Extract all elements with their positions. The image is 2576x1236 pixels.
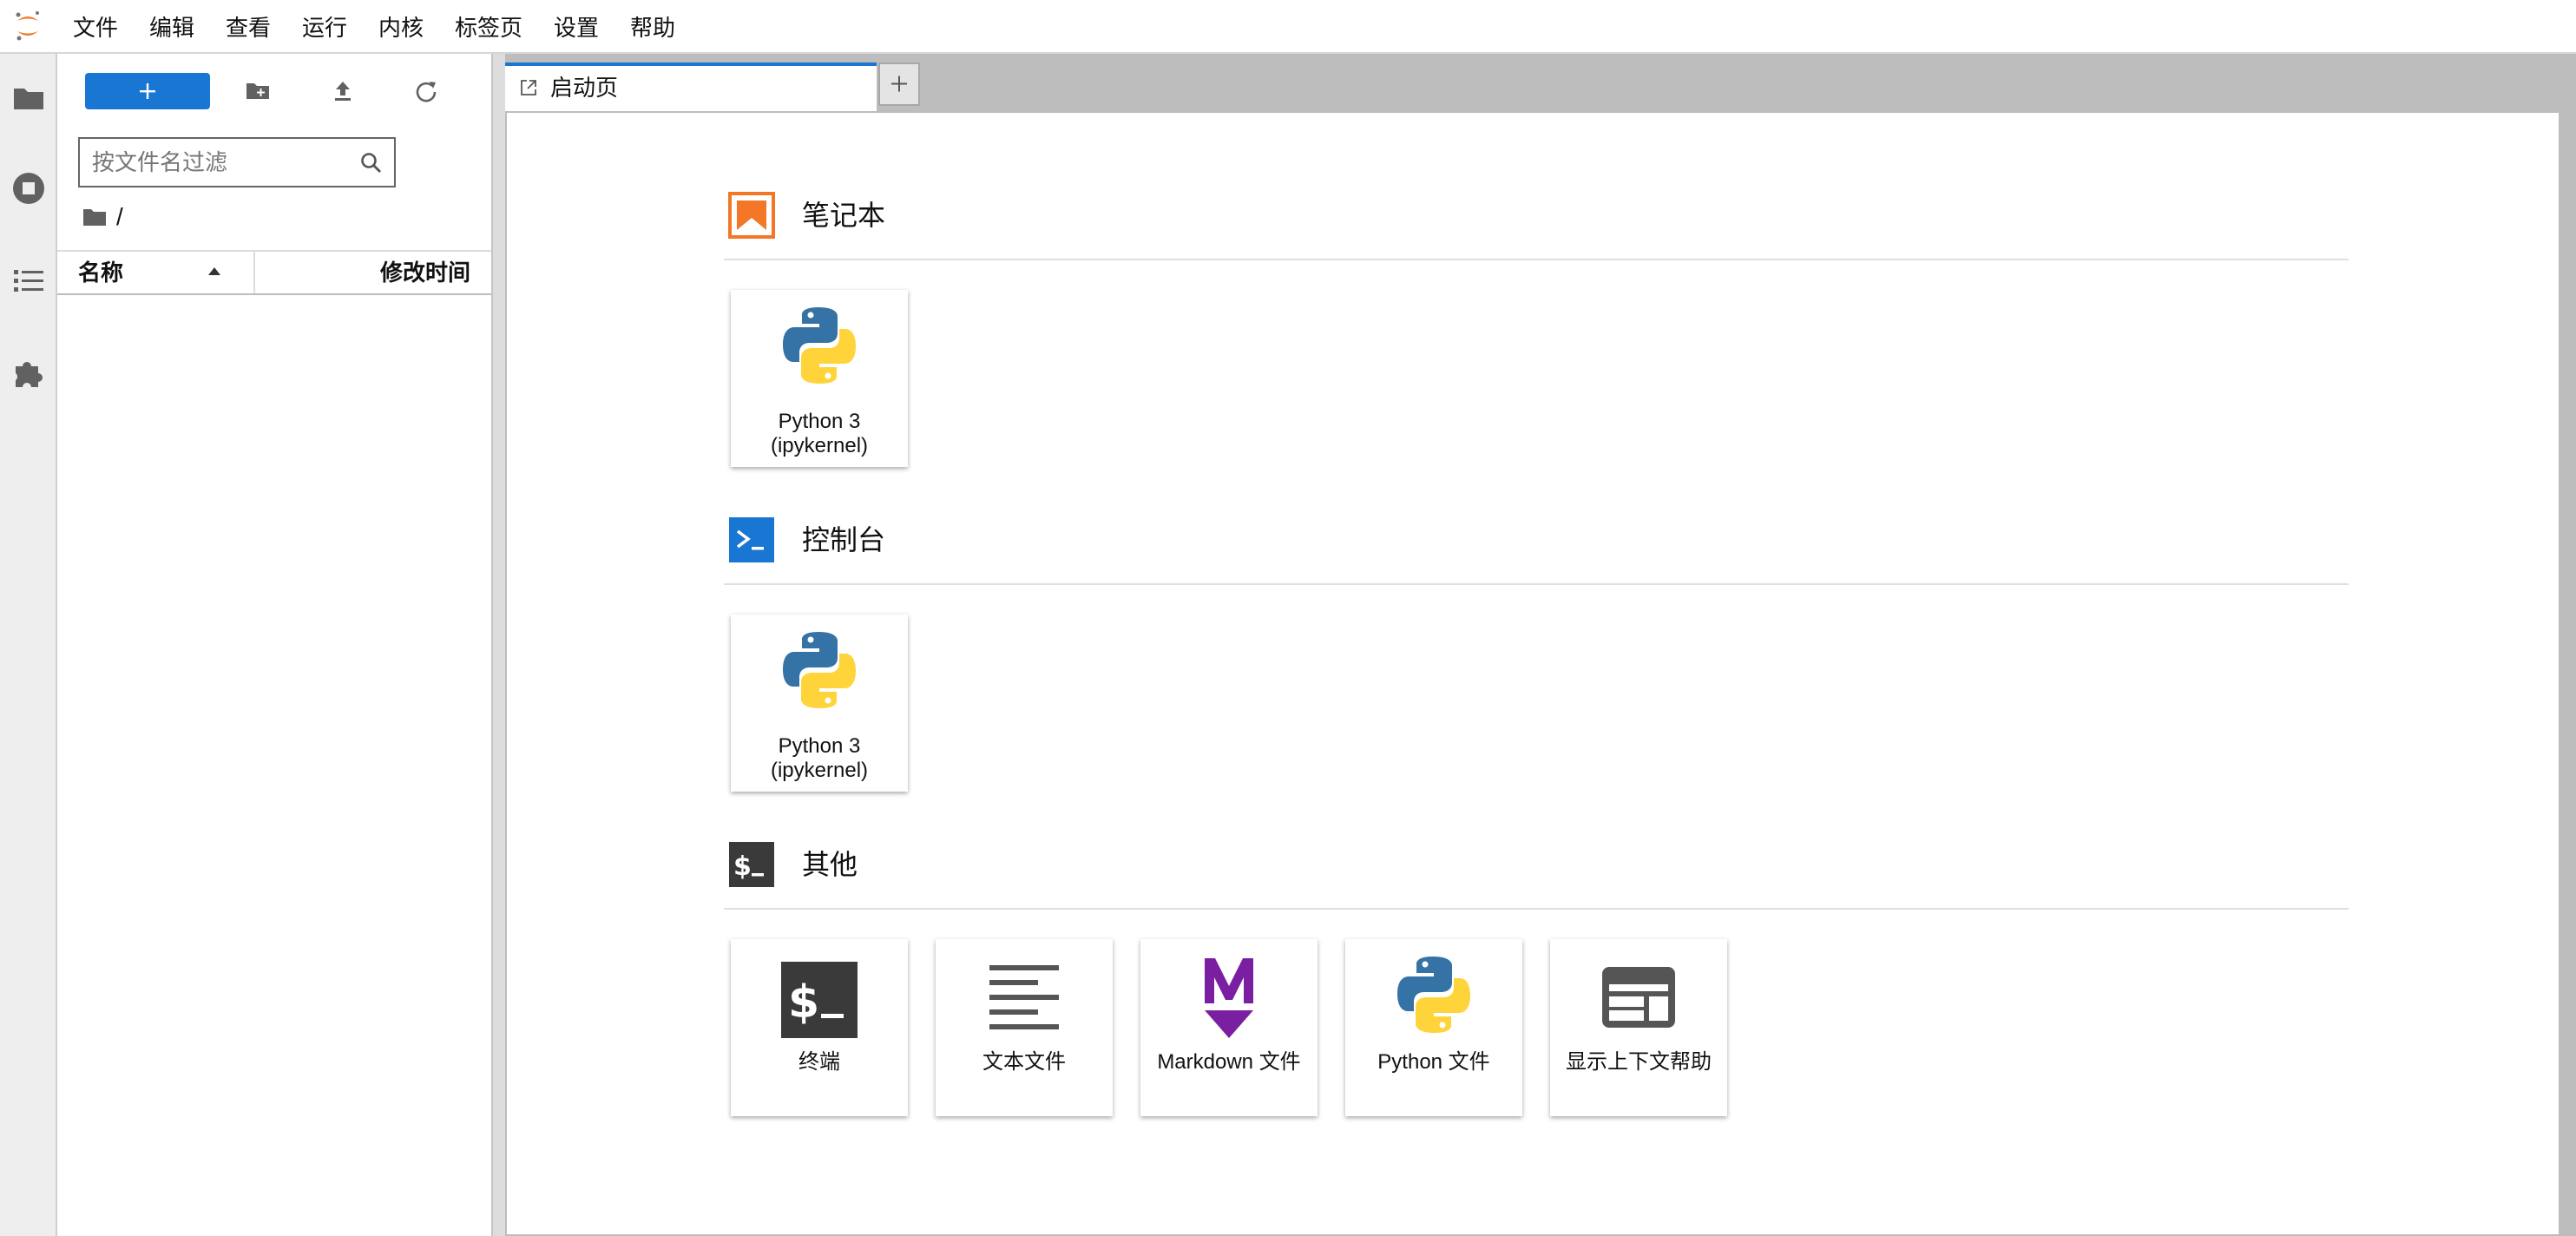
toc-list-icon[interactable]: [10, 262, 47, 299]
menu-bar: 文件 编辑 查看 运行 内核 标签页 设置 帮助: [0, 0, 2576, 54]
add-tab-button[interactable]: [878, 62, 920, 106]
file-browser-panel: / 名称 修改时间: [57, 54, 491, 1236]
plus-icon: [140, 83, 155, 99]
python-logo-icon: [1397, 957, 1470, 1033]
launcher-card-terminal[interactable]: $ 终端: [731, 939, 908, 1116]
text-file-icon: [989, 965, 1059, 1029]
menu-view[interactable]: 查看: [226, 0, 271, 54]
new-folder-button[interactable]: [240, 73, 276, 109]
tab-bar: 启动页: [505, 54, 2576, 120]
refresh-button[interactable]: [408, 73, 444, 109]
launcher-card-markdown[interactable]: Markdown 文件: [1140, 939, 1318, 1116]
section-title-console: 控制台: [802, 524, 886, 556]
markdown-icon: [1205, 958, 1253, 1038]
card-label: Python 3 (ipykernel): [731, 410, 908, 458]
extension-puzzle-icon[interactable]: [10, 354, 47, 391]
section-divider: [724, 908, 2349, 910]
console-prompt-icon: [729, 517, 774, 562]
menu-run[interactable]: 运行: [302, 0, 347, 54]
sort-ascending-icon: [208, 267, 220, 275]
python-logo-icon: [783, 307, 856, 384]
menu-tabs[interactable]: 标签页: [455, 0, 522, 54]
file-list-header: 名称 修改时间: [57, 250, 491, 295]
terminal-dollar-icon: $: [729, 842, 774, 887]
upload-button[interactable]: [325, 73, 361, 109]
tab-label: 启动页: [550, 75, 619, 101]
card-label: 终端: [798, 1050, 840, 1074]
python-logo-icon: [783, 632, 856, 708]
section-divider: [724, 259, 2349, 260]
breadcrumb-root[interactable]: /: [116, 201, 123, 233]
column-divider[interactable]: [253, 252, 255, 293]
upload-icon: [335, 82, 351, 101]
search-icon: [361, 153, 381, 173]
file-filter-box: [78, 137, 396, 187]
activity-bar: [0, 54, 57, 1236]
launcher-card-python-file[interactable]: Python 文件: [1345, 939, 1522, 1116]
card-label: Markdown 文件: [1157, 1050, 1301, 1074]
launcher-card-context-help[interactable]: 显示上下文帮助: [1550, 939, 1727, 1116]
new-launcher-button[interactable]: [85, 73, 210, 109]
launcher-card-notebook-python3[interactable]: Python 3 (ipykernel): [731, 290, 908, 467]
new-folder-icon: [246, 83, 269, 99]
notebook-bookmark-icon: [728, 192, 775, 239]
svg-text:$: $: [733, 851, 752, 882]
card-label: Python 3 (ipykernel): [731, 734, 908, 783]
context-help-icon: [1602, 967, 1675, 1028]
column-name-header[interactable]: 名称: [78, 252, 123, 293]
card-label: 文本文件: [982, 1050, 1066, 1074]
section-title-notebook: 笔记本: [802, 200, 886, 231]
launcher-icon: [521, 80, 536, 95]
menu-kernel[interactable]: 内核: [378, 0, 424, 54]
card-label-line2: (ipykernel): [770, 434, 869, 457]
launcher-panel: 笔记本 Python 3 (ipykernel) 控制台 Python 3 (i…: [505, 111, 2560, 1236]
section-divider: [724, 583, 2349, 585]
file-filter-input[interactable]: [92, 139, 352, 186]
plus-icon: [891, 76, 907, 92]
menu-edit[interactable]: 编辑: [149, 0, 194, 54]
menu-help[interactable]: 帮助: [630, 0, 675, 54]
panel-splitter[interactable]: [491, 54, 505, 1236]
launcher-card-console-python3[interactable]: Python 3 (ipykernel): [731, 615, 908, 792]
refresh-icon: [416, 82, 437, 102]
card-label-line1: Python 3: [778, 734, 861, 758]
card-label-line2: (ipykernel): [770, 759, 869, 782]
folder-icon[interactable]: [10, 80, 47, 116]
column-modified-header[interactable]: 修改时间: [380, 252, 470, 293]
card-label: 显示上下文帮助: [1566, 1050, 1712, 1074]
menu-file[interactable]: 文件: [73, 0, 118, 54]
jupyter-logo-icon[interactable]: [10, 9, 45, 43]
menu-settings[interactable]: 设置: [554, 0, 599, 54]
section-title-other: 其他: [802, 849, 858, 880]
home-folder-icon[interactable]: [82, 205, 108, 229]
running-stop-icon[interactable]: [10, 170, 47, 207]
card-label-line1: Python 3: [778, 410, 861, 433]
svg-text:$: $: [788, 976, 819, 1029]
right-sidebar-strip: [2560, 54, 2576, 1236]
terminal-icon: $: [781, 962, 858, 1038]
tab-launcher[interactable]: 启动页: [505, 62, 877, 111]
launcher-card-text-file[interactable]: 文本文件: [936, 939, 1113, 1116]
card-label: Python 文件: [1377, 1050, 1490, 1074]
